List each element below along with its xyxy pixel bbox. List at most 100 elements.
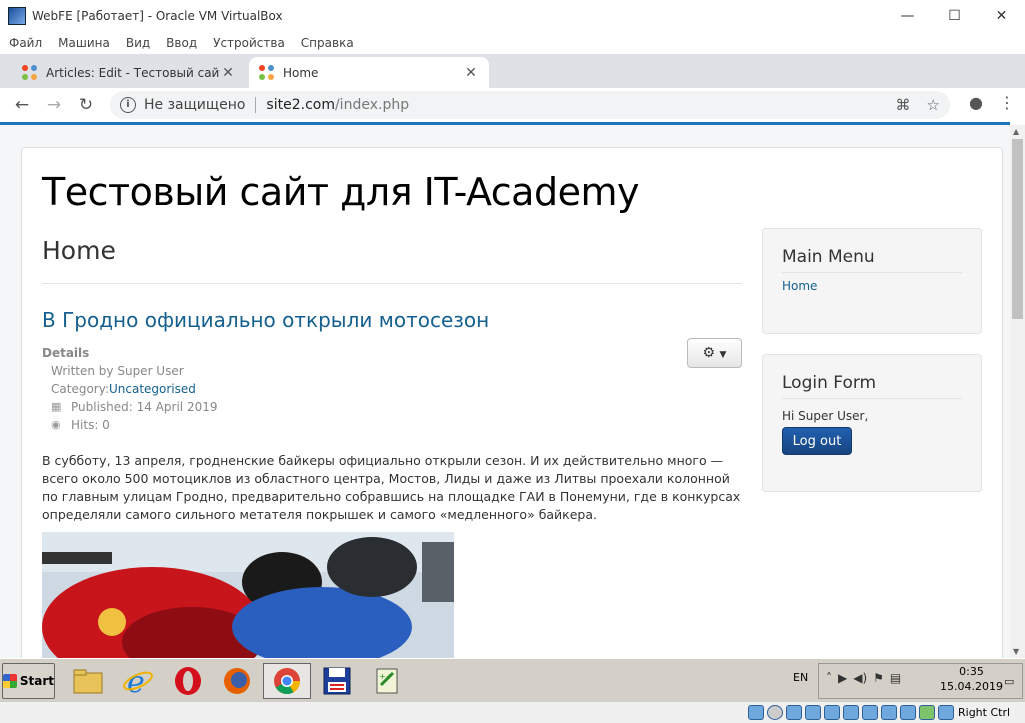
article-body: В субботу, 13 апреля, гродненские байкер… xyxy=(42,453,741,522)
tab-strip: Articles: Edit - Тестовый сайт для IT-Ac… xyxy=(0,54,1025,136)
language-indicator[interactable]: EN xyxy=(793,671,808,684)
audio-icon[interactable] xyxy=(786,705,802,720)
start-button[interactable]: Start xyxy=(2,663,55,699)
file-explorer-icon[interactable] xyxy=(64,663,112,699)
back-icon[interactable]: ← xyxy=(6,95,38,115)
keyboard-icon[interactable] xyxy=(938,705,954,720)
main-menu-module: Main Menu Home xyxy=(762,228,982,334)
category-prefix: Category: xyxy=(51,382,109,396)
opera-icon[interactable] xyxy=(164,663,212,699)
menu-devices[interactable]: Устройства xyxy=(213,36,285,50)
tray-icons: ˄ ▶ ◀) ⚑ ▤ xyxy=(826,671,901,685)
omnibox-separator xyxy=(255,97,257,113)
reload-icon[interactable]: ↻ xyxy=(70,95,102,115)
chrome-menu-icon[interactable]: ⋮ xyxy=(999,93,1015,112)
logout-button[interactable]: Log out xyxy=(782,427,852,455)
menu-file[interactable]: Файл xyxy=(9,36,42,50)
display-icon[interactable]: ▤ xyxy=(890,671,901,685)
forward-icon[interactable]: → xyxy=(38,95,70,115)
close-window-button[interactable]: ✕ xyxy=(978,0,1025,32)
author-row: Written by Super User xyxy=(42,362,218,380)
shared-folders-icon[interactable] xyxy=(843,705,859,720)
profile-icon[interactable]: ● xyxy=(969,93,983,112)
page-scrollbar[interactable]: ▲ ▼ xyxy=(1010,125,1025,658)
page-heading: Home xyxy=(42,236,116,265)
tab-label: Home xyxy=(283,65,319,80)
window-title: WebFE [Работает] - Oracle VM VirtualBox xyxy=(32,9,283,23)
svg-text:++: ++ xyxy=(379,672,392,681)
vbox-status-icons xyxy=(748,705,954,720)
menu-machine[interactable]: Машина xyxy=(58,36,110,50)
category-link[interactable]: Uncategorised xyxy=(109,380,196,398)
menu-help[interactable]: Справка xyxy=(301,36,354,50)
tab-close-icon[interactable]: ✕ xyxy=(463,65,479,81)
tab-home[interactable]: Home ✕ xyxy=(249,57,489,88)
media-icon[interactable]: ▶ xyxy=(838,671,847,685)
page-viewport[interactable]: Тестовый сайт для IT-Academy Home В Грод… xyxy=(0,125,1010,658)
category-row: Category: Uncategorised xyxy=(42,380,218,398)
firefox-icon[interactable] xyxy=(213,663,261,699)
save-disk-icon[interactable] xyxy=(313,663,361,699)
minimize-button[interactable]: — xyxy=(884,0,931,32)
maximize-button[interactable]: ☐ xyxy=(931,0,978,32)
vbox-status-bar: Right Ctrl xyxy=(0,701,1025,723)
windows-flag-icon xyxy=(3,674,17,688)
joomla-favicon-icon xyxy=(259,64,275,81)
notepad-plus-plus-icon[interactable]: ++ xyxy=(363,663,411,699)
scroll-up-icon[interactable]: ▲ xyxy=(1013,127,1019,136)
article-title[interactable]: В Гродно официально открыли мотосезон xyxy=(42,308,489,332)
divider xyxy=(42,283,742,284)
volume-icon[interactable]: ◀) xyxy=(853,671,867,685)
video-capture-icon[interactable] xyxy=(881,705,897,720)
mouse-integration-icon[interactable] xyxy=(919,705,935,720)
network-error-icon[interactable]: ⚑ xyxy=(873,671,884,685)
menu-view[interactable]: Вид xyxy=(126,36,150,50)
published-row: ▦ Published: 14 April 2019 xyxy=(42,398,218,416)
clock[interactable]: 0:35 15.04.2019 xyxy=(940,664,1003,694)
site-container: Тестовый сайт для IT-Academy Home В Грод… xyxy=(21,147,1003,658)
network-icon[interactable] xyxy=(805,705,821,720)
show-desktop-icon[interactable]: ▭ xyxy=(1004,675,1014,688)
menu-input[interactable]: Ввод xyxy=(166,36,197,50)
vbox-title-bar: WebFE [Работает] - Oracle VM VirtualBox … xyxy=(0,0,1025,32)
module-divider xyxy=(782,398,962,399)
chevron-up-icon[interactable]: ˄ xyxy=(826,671,832,685)
virtualbox-icon xyxy=(8,7,26,25)
details-label: Details xyxy=(42,346,90,360)
eye-icon: ◉ xyxy=(51,418,61,431)
site-title[interactable]: Тестовый сайт для IT-Academy xyxy=(42,170,639,214)
scroll-down-icon[interactable]: ▼ xyxy=(1013,647,1019,656)
url-path: /index.php xyxy=(334,97,410,113)
translate-icon[interactable]: ⌘ xyxy=(896,96,911,114)
article-details: Details Written by Super User Category: … xyxy=(42,344,218,434)
address-bar[interactable]: i Не защищено site2.com/index.php ⌘ ☆ xyxy=(110,91,950,119)
joomla-favicon-icon xyxy=(22,64,38,81)
tab-articles-edit[interactable]: Articles: Edit - Тестовый сайт для IT-Ac… xyxy=(12,57,246,88)
cpu-icon[interactable] xyxy=(900,705,916,720)
windows-taskbar: Start e ++ EN ˄ ▶ ◀) ⚑ ▤ 0:35 15.04.2019… xyxy=(0,658,1025,701)
clock-time: 0:35 xyxy=(959,665,984,678)
start-label: Start xyxy=(19,674,54,688)
hits-row: ◉ Hits: 0 xyxy=(42,416,218,434)
usb-icon[interactable] xyxy=(824,705,840,720)
module-divider xyxy=(782,272,962,273)
article-photo-motorcycles xyxy=(42,532,454,658)
not-secure-label: Не защищено xyxy=(144,97,246,113)
article-tools-button[interactable]: ⚙ ▼ xyxy=(687,338,742,368)
chrome-icon[interactable] xyxy=(263,663,311,699)
bookmark-star-icon[interactable]: ☆ xyxy=(927,96,940,114)
tab-label: Articles: Edit - Тестовый сайт для IT-Ac… xyxy=(46,65,220,80)
scrollbar-thumb[interactable] xyxy=(1012,139,1023,319)
info-icon[interactable]: i xyxy=(120,97,136,113)
hdd-icon[interactable] xyxy=(748,705,764,720)
login-form-module: Login Form Hi Super User, Log out xyxy=(762,354,982,492)
url-host: site2.com xyxy=(266,97,335,113)
calendar-icon: ▦ xyxy=(51,400,62,413)
vbox-menu-bar: Файл Машина Вид Ввод Устройства Справка xyxy=(0,32,1025,54)
main-menu-item-home[interactable]: Home xyxy=(782,279,817,293)
internet-explorer-icon[interactable]: e xyxy=(114,663,162,699)
display-status-icon[interactable] xyxy=(862,705,878,720)
hits-count: Hits: 0 xyxy=(71,418,110,432)
tab-close-icon[interactable]: ✕ xyxy=(220,65,236,81)
optical-drive-icon[interactable] xyxy=(767,705,783,720)
